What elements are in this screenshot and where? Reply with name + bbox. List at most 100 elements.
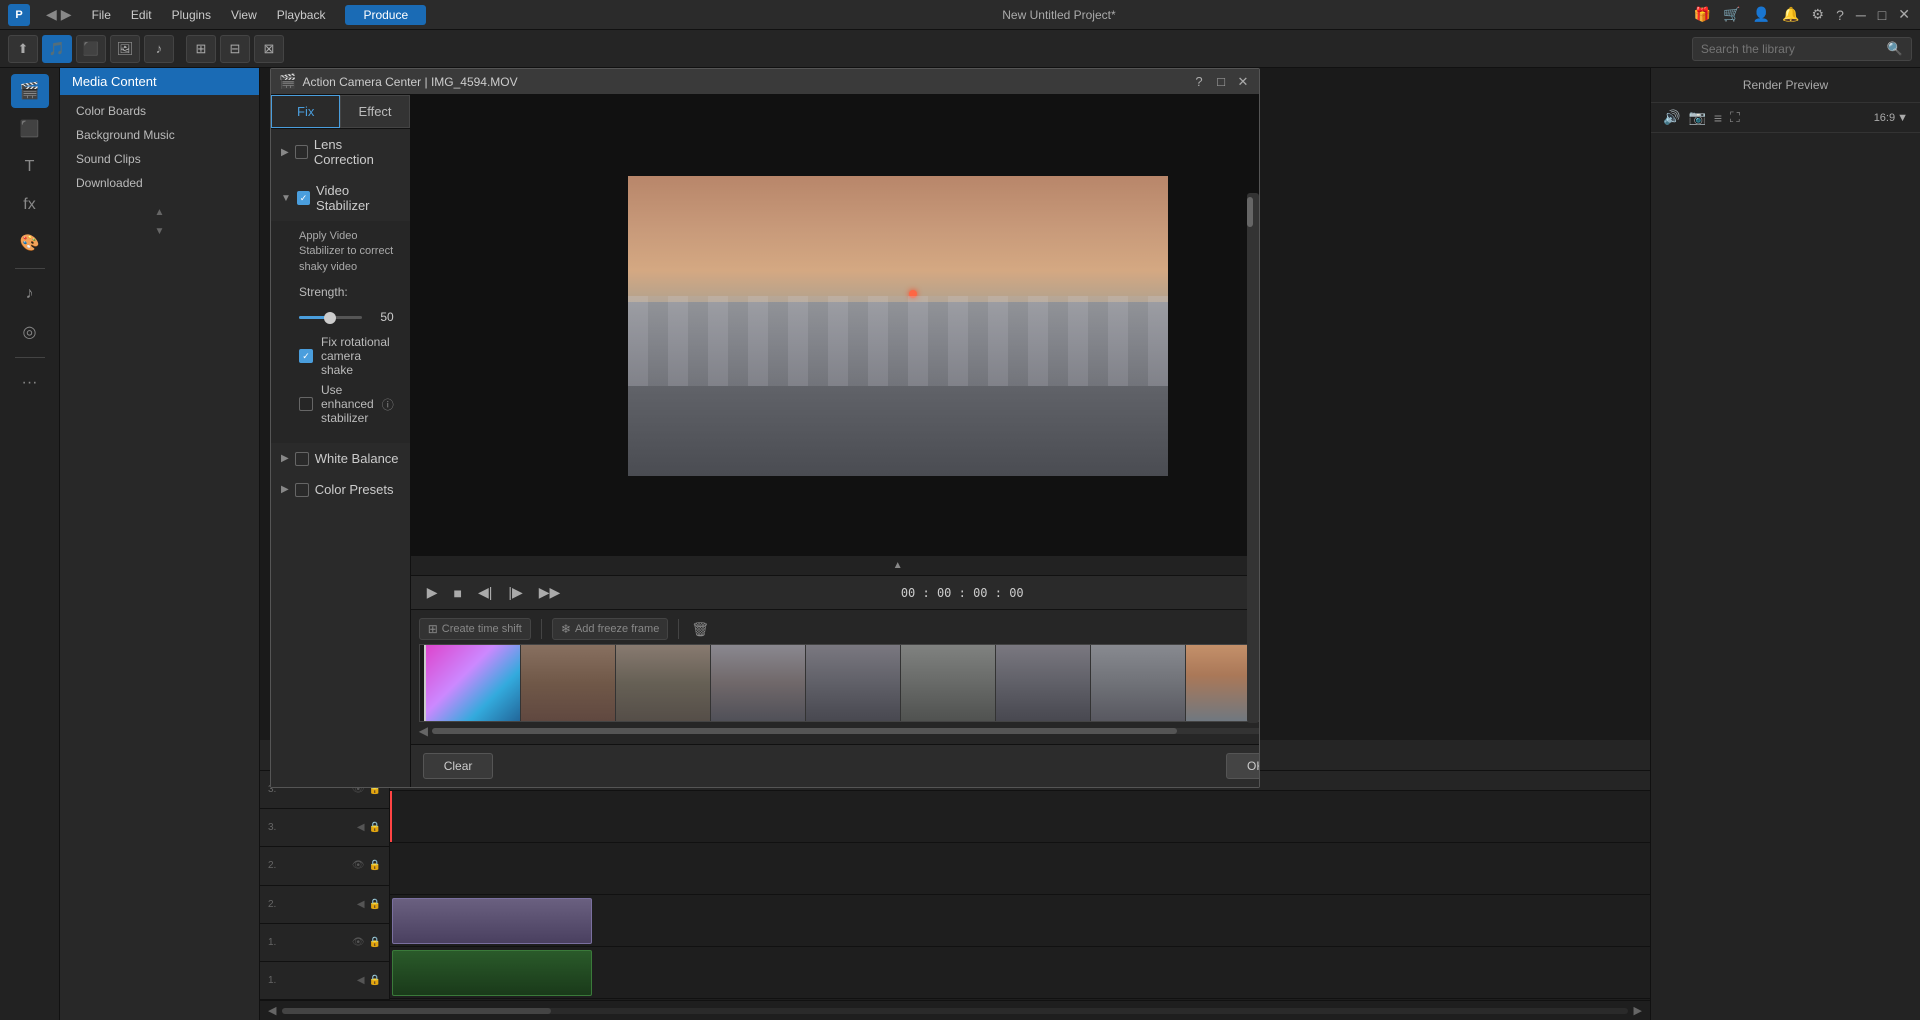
- fix-rotational-row[interactable]: ✓ Fix rotational camera shake: [299, 335, 394, 377]
- tab-effect[interactable]: Effect: [340, 95, 409, 128]
- captions-icon[interactable]: ≡: [1714, 110, 1722, 126]
- strength-slider-thumb[interactable]: [324, 312, 336, 324]
- lens-correction-checkbox[interactable]: [295, 145, 308, 159]
- settings-icon[interactable]: ⚙: [1810, 4, 1827, 25]
- track-lock-icon-3[interactable]: 🔒: [369, 860, 381, 871]
- forward-button[interactable]: ▶: [61, 6, 72, 23]
- dialog-help-button[interactable]: ?: [1191, 74, 1207, 90]
- color-presets-checkbox[interactable]: [295, 483, 309, 497]
- menu-playback[interactable]: Playback: [273, 6, 330, 24]
- strength-label: Strength:: [299, 285, 348, 299]
- sidebar-audio-icon[interactable]: ♪: [11, 277, 49, 311]
- track-num: 1.: [268, 937, 282, 948]
- fullscreen-icon[interactable]: ⛶: [1730, 109, 1740, 126]
- sidebar-effects-icon[interactable]: fx: [11, 188, 49, 222]
- import-button[interactable]: ⬆: [8, 35, 38, 63]
- white-balance-header[interactable]: ▶ White Balance: [271, 443, 410, 474]
- menu-view[interactable]: View: [227, 6, 261, 24]
- audio-clip-2[interactable]: [392, 950, 592, 996]
- view-toggle-3[interactable]: ⊠: [254, 35, 284, 63]
- timeline-scroll-left[interactable]: ◀: [268, 1004, 276, 1017]
- track-lock-icon-5[interactable]: 🔒: [369, 937, 381, 948]
- add-freeze-frame-button[interactable]: ❄ Add freeze frame: [552, 618, 668, 640]
- user-icon[interactable]: 👤: [1751, 4, 1772, 25]
- prev-frame-button[interactable]: ◀|: [474, 582, 496, 603]
- dialog-restore-button[interactable]: □: [1213, 74, 1229, 90]
- tab-fix[interactable]: Fix: [271, 95, 340, 128]
- fix-panel-scrollbar[interactable]: [1247, 193, 1259, 723]
- search-input[interactable]: [1701, 42, 1881, 56]
- delete-clip-button[interactable]: 🗑: [689, 619, 711, 640]
- white-balance-checkbox[interactable]: [295, 452, 309, 466]
- menu-plugins[interactable]: Plugins: [168, 6, 215, 24]
- track-eye-icon-3[interactable]: 👁: [352, 937, 365, 948]
- alert-icon[interactable]: 🔔: [1780, 4, 1801, 25]
- track-audio-icon-2[interactable]: ◀: [357, 899, 365, 910]
- strip-scroll: ◀ ▶: [411, 722, 1259, 740]
- menu-file[interactable]: File: [88, 6, 115, 24]
- sidebar-color-icon[interactable]: 🎨: [11, 226, 49, 260]
- media-panel-item-bg-music[interactable]: Background Music: [60, 123, 259, 147]
- view-toggle-2[interactable]: ⊟: [220, 35, 250, 63]
- track-row-1v: [390, 999, 1650, 1000]
- ok-button[interactable]: OK: [1226, 753, 1259, 779]
- back-button[interactable]: ◀: [46, 6, 57, 23]
- menu-edit[interactable]: Edit: [127, 6, 156, 24]
- track-lock-icon-4[interactable]: 🔒: [369, 899, 381, 910]
- timeline-scroll-right[interactable]: ▶: [1634, 1004, 1642, 1017]
- enhanced-stabilizer-checkbox[interactable]: [299, 397, 313, 411]
- aspect-ratio-chevron[interactable]: ▼: [1897, 112, 1908, 124]
- minimize-button[interactable]: ─: [1854, 5, 1868, 25]
- enhanced-stabilizer-row[interactable]: Use enhanced stabilizer ⓘ: [299, 383, 394, 425]
- strength-slider-track[interactable]: [299, 316, 362, 319]
- lens-correction-header[interactable]: ▶ Lens Correction: [271, 129, 410, 175]
- freeze-icon: ❄: [561, 622, 571, 636]
- scroll-up-arrow[interactable]: ▲: [151, 203, 169, 222]
- video-stabilizer-checkbox[interactable]: ✓: [297, 191, 310, 205]
- timeline-scrollbar[interactable]: [282, 1008, 1627, 1014]
- track-label-1v: 1. 👁 🔒: [260, 924, 389, 962]
- stop-button[interactable]: ■: [450, 583, 466, 603]
- next-frame-button[interactable]: |▶: [504, 582, 526, 603]
- snapshot-icon[interactable]: 📷: [1688, 109, 1705, 126]
- play-button[interactable]: ▶: [423, 582, 442, 603]
- sidebar-media-icon[interactable]: 🎬: [11, 74, 49, 108]
- track-lock-icon-6[interactable]: 🔒: [369, 975, 381, 986]
- track-eye-icon-2[interactable]: 👁: [352, 860, 365, 871]
- color-presets-header[interactable]: ▶ Color Presets: [271, 474, 410, 505]
- scroll-down-arrow[interactable]: ▼: [151, 222, 169, 241]
- close-button[interactable]: ✕: [1896, 4, 1912, 25]
- strip-scroll-left[interactable]: ◀: [419, 724, 428, 738]
- dialog-close-button[interactable]: ✕: [1235, 74, 1251, 90]
- restore-button[interactable]: □: [1876, 5, 1888, 25]
- strip-scrollbar[interactable]: [432, 728, 1259, 734]
- media-panel-item-color-boards[interactable]: Color Boards: [60, 99, 259, 123]
- media-button[interactable]: 🎵: [42, 35, 72, 63]
- photos-button[interactable]: 🖼: [110, 35, 140, 63]
- track-audio-icon-3[interactable]: ◀: [357, 975, 365, 986]
- view-toggle-1[interactable]: ⊞: [186, 35, 216, 63]
- track-lock-icon-2[interactable]: 🔒: [369, 822, 381, 833]
- music-button[interactable]: ♪: [144, 35, 174, 63]
- enhanced-info-icon[interactable]: ⓘ: [382, 396, 394, 413]
- cart-icon[interactable]: 🛒: [1721, 4, 1742, 25]
- video-clip-2[interactable]: [392, 898, 592, 944]
- sidebar-more-icon[interactable]: ···: [11, 366, 49, 400]
- fix-rotational-checkbox[interactable]: ✓: [299, 349, 313, 363]
- track-audio-icon[interactable]: ◀: [357, 822, 365, 833]
- volume-icon[interactable]: 🔊: [1663, 109, 1680, 126]
- media-panel-item-sound-clips[interactable]: Sound Clips: [60, 147, 259, 171]
- help-icon[interactable]: ?: [1834, 5, 1846, 25]
- sidebar-mask-icon[interactable]: ◎: [11, 315, 49, 349]
- gift-icon[interactable]: 🎁: [1692, 4, 1713, 25]
- fast-forward-button[interactable]: ▶▶: [535, 582, 565, 603]
- create-time-shift-button[interactable]: ⊞ Create time shift: [419, 618, 531, 640]
- media-panel-item-downloaded[interactable]: Downloaded: [60, 171, 259, 195]
- clear-button[interactable]: Clear: [423, 753, 494, 779]
- sidebar-text-icon[interactable]: T: [11, 150, 49, 184]
- produce-button[interactable]: Produce: [345, 5, 426, 25]
- titles-button[interactable]: ⬛: [76, 35, 106, 63]
- video-stabilizer-header[interactable]: ▼ ✓ Video Stabilizer: [271, 175, 410, 221]
- sidebar-transitions-icon[interactable]: ⬛: [11, 112, 49, 146]
- time-shift-icon: ⊞: [428, 622, 438, 636]
